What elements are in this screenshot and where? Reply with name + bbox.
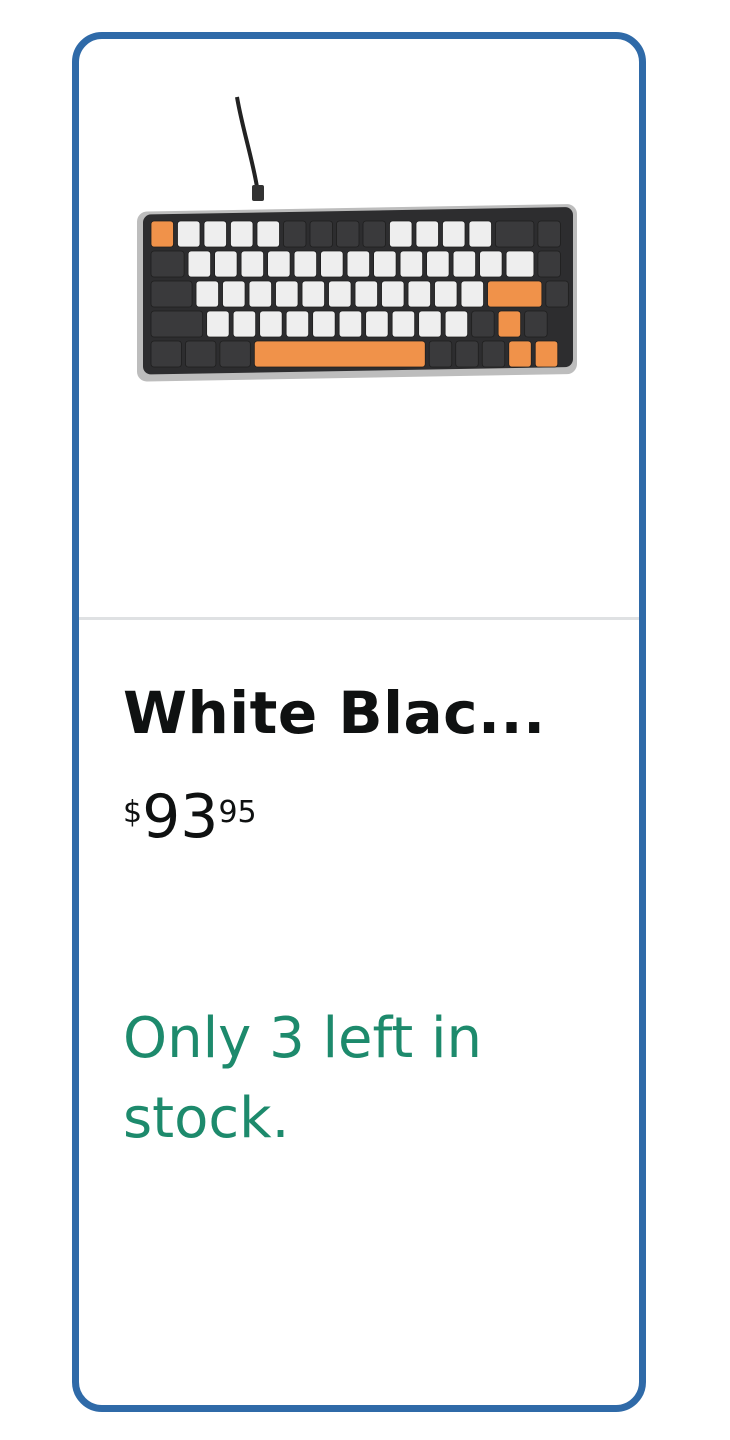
keyboard-key [537, 250, 561, 278]
keyboard-key [455, 340, 479, 368]
keyboard-key [275, 280, 299, 308]
keyboard-key [428, 340, 453, 368]
keyboard-key [285, 310, 310, 338]
keyboard-key [150, 250, 185, 278]
keyboard-key [312, 310, 336, 338]
keyboard-key [150, 340, 182, 368]
keyboard-key [365, 310, 389, 338]
keyboard-key [389, 220, 413, 248]
keyboard-key [214, 250, 238, 278]
keyboard-key [471, 310, 495, 338]
keyboard-key [460, 280, 484, 308]
keyboard-key [468, 220, 492, 248]
keyboard-key [320, 250, 344, 278]
card-divider [79, 617, 639, 620]
keyboard-key [426, 250, 450, 278]
keyboard-key [415, 220, 439, 248]
keyboard-key [381, 280, 405, 308]
keyboard-key [232, 310, 257, 338]
keyboard-key [206, 310, 230, 338]
keyboard-key [418, 310, 442, 338]
keyboard-key [497, 310, 522, 338]
keyboard-key [177, 220, 201, 248]
keyboard-key [524, 310, 548, 338]
keyboard-key [309, 220, 333, 248]
keyboard-key [444, 310, 469, 338]
product-card[interactable]: White Blac... $9395 Only 3 left in stock… [72, 32, 646, 1412]
keyboard-key [259, 310, 283, 338]
product-price: $9395 [123, 787, 257, 847]
keyboard-key [253, 340, 426, 368]
keyboard-key [505, 250, 535, 278]
keyboard-key [508, 340, 532, 368]
keyboard-key [362, 220, 386, 248]
keyboard-key [495, 220, 535, 248]
keyboard-key [354, 280, 378, 308]
keyboard-key [328, 280, 352, 308]
keyboard-key [338, 310, 363, 338]
keyboard-key [203, 220, 227, 248]
keyboard-key [187, 250, 211, 278]
keyboard-key [230, 220, 254, 248]
keyboard-key [301, 280, 325, 308]
stock-status: Only 3 left in stock. [123, 1006, 483, 1151]
keyboard-key [481, 340, 506, 368]
price-fraction: 95 [218, 795, 257, 830]
keyboard-key [195, 280, 219, 308]
keyboard-key [219, 340, 251, 368]
price-whole: 93 [142, 782, 219, 852]
keyboard-key [537, 220, 561, 248]
keyboard-key [150, 280, 193, 308]
keyboard-key [150, 310, 204, 338]
keyboard-key [346, 250, 371, 278]
keyboard-key [222, 280, 246, 308]
keyboard-key [283, 220, 307, 248]
keyboard-key [248, 280, 272, 308]
keyboard-key [442, 220, 466, 248]
price-symbol: $ [123, 795, 143, 830]
keyboard-icon [137, 96, 577, 382]
keyboard-key [407, 280, 431, 308]
keyboard-key [399, 250, 424, 278]
keyboard-key [373, 250, 397, 278]
product-title[interactable]: White Blac... [123, 679, 546, 747]
keyboard-key [240, 250, 264, 278]
product-image[interactable] [79, 39, 639, 617]
keyboard-key [452, 250, 477, 278]
keyboard-key [487, 280, 543, 308]
keyboard-key [479, 250, 503, 278]
keyboard-key [293, 250, 318, 278]
keyboard-key [256, 220, 280, 248]
keyboard-key [534, 340, 559, 368]
keyboard-key [267, 250, 291, 278]
keyboard-key [545, 280, 569, 308]
keyboard-key [150, 220, 174, 248]
keyboard-key [434, 280, 458, 308]
keyboard-key [391, 310, 416, 338]
keyboard-key [336, 220, 360, 248]
keyboard-key [185, 340, 217, 368]
